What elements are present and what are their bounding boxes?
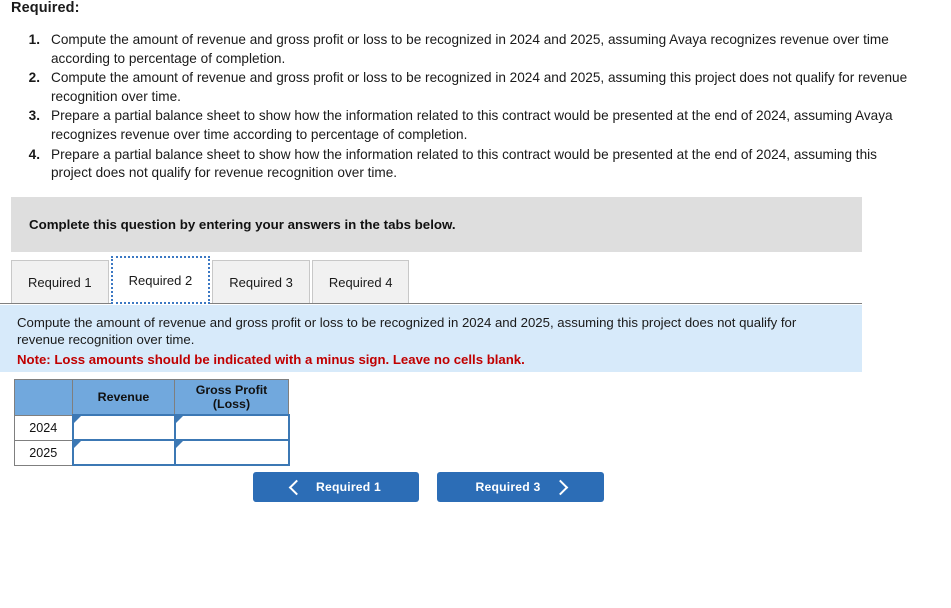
- column-header-gross-profit-line1: Gross Profit: [195, 383, 268, 397]
- tab-required-2[interactable]: Required 2: [110, 256, 211, 304]
- table-header-row: Revenue Gross Profit (Loss): [14, 379, 289, 416]
- instruction-banner-text: Complete this question by entering your …: [29, 217, 456, 232]
- list-item: 2. Compute the amount of revenue and gro…: [18, 69, 908, 106]
- list-item: 1. Compute the amount of revenue and gro…: [18, 31, 908, 68]
- row-label-2024: 2024: [14, 414, 73, 441]
- page-title: Required:: [11, 0, 80, 16]
- answer-table: Revenue Gross Profit (Loss) 2024 2025: [14, 379, 290, 466]
- next-required-label: Required 3: [475, 480, 541, 494]
- instruction-banner: Complete this question by entering your …: [11, 197, 862, 252]
- column-header-gross-profit: Gross Profit (Loss): [174, 379, 289, 416]
- list-item-number: 4.: [28, 146, 40, 162]
- input-2025-gross-profit[interactable]: [175, 443, 288, 462]
- question-prompt: Compute the amount of revenue and gross …: [17, 315, 797, 347]
- column-header-gross-profit-line2: (Loss): [212, 397, 251, 411]
- column-header-revenue: Revenue: [72, 379, 175, 416]
- question-panel: Compute the amount of revenue and gross …: [0, 305, 862, 372]
- requirements-list: 1. Compute the amount of revenue and gro…: [18, 31, 908, 184]
- cell-marker-icon: [175, 416, 183, 423]
- list-item-text: Prepare a partial balance sheet to show …: [51, 108, 893, 142]
- list-item-text: Compute the amount of revenue and gross …: [51, 32, 889, 66]
- input-2025-revenue[interactable]: [73, 443, 174, 462]
- tab-label: Required 4: [328, 274, 393, 290]
- table-row: 2024: [14, 414, 290, 441]
- list-item: 4. Prepare a partial balance sheet to sh…: [18, 146, 908, 183]
- chevron-right-icon: [552, 479, 568, 495]
- tab-required-1[interactable]: Required 1: [11, 260, 109, 304]
- column-header-blank: [14, 379, 73, 416]
- cell-marker-icon: [175, 441, 183, 448]
- tab-label: Required 1: [28, 274, 92, 290]
- input-2024-revenue[interactable]: [73, 418, 174, 437]
- list-item-text: Compute the amount of revenue and gross …: [51, 70, 908, 104]
- tab-label: Required 3: [229, 274, 293, 290]
- next-required-button[interactable]: Required 3: [437, 472, 604, 502]
- list-item-text: Prepare a partial balance sheet to show …: [51, 146, 877, 181]
- cell-2024-gross-profit[interactable]: [173, 414, 290, 441]
- cell-marker-icon: [73, 416, 81, 423]
- tab-bar: Required 1 Required 2 Required 3 Require…: [11, 256, 411, 304]
- cell-2025-revenue[interactable]: [71, 439, 176, 466]
- prev-required-button[interactable]: Required 1: [253, 472, 419, 502]
- prev-required-label: Required 1: [316, 480, 381, 494]
- input-2024-gross-profit[interactable]: [175, 418, 288, 437]
- cell-2024-revenue[interactable]: [71, 414, 176, 441]
- list-item-number: 2.: [28, 70, 40, 86]
- table-row: 2025: [14, 439, 290, 466]
- tab-label: Required 2: [128, 272, 193, 288]
- cell-marker-icon: [73, 441, 81, 448]
- chevron-left-icon: [288, 479, 305, 495]
- tab-required-3[interactable]: Required 3: [212, 260, 310, 304]
- question-note: Note: Loss amounts should be indicated w…: [17, 352, 525, 367]
- list-item-number: 3.: [28, 108, 40, 124]
- tab-required-4[interactable]: Required 4: [311, 260, 410, 304]
- row-label-2025: 2025: [14, 439, 73, 466]
- list-item-number: 1.: [28, 32, 40, 47]
- list-item: 3. Prepare a partial balance sheet to sh…: [18, 107, 908, 144]
- cell-2025-gross-profit[interactable]: [173, 439, 290, 466]
